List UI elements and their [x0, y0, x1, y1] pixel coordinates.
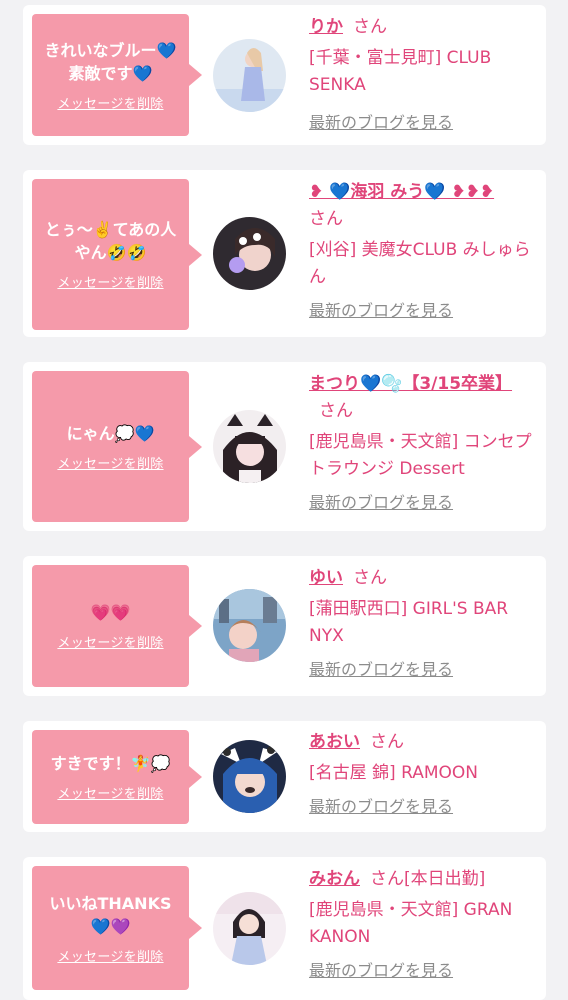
girl-info: ❥ 💙海羽 みう💙 ❥❥❥ さん [刈谷] 美魔女CLUB みしゅらん 最新のブ… — [309, 179, 534, 325]
avatar[interactable] — [213, 39, 286, 112]
latest-blog-link[interactable]: 最新のブログを見る — [309, 793, 453, 820]
message-text: きれいなブルー💙素敵です💙 — [44, 40, 177, 83]
message-text: すきです！🧚💭 — [50, 754, 171, 773]
profile-photo-icon — [213, 892, 286, 965]
girl-name-link[interactable]: まつり💙🫧【3/15卒業】 — [309, 374, 512, 394]
avatar[interactable] — [213, 589, 286, 662]
girl-info: りか さん [千葉・富士見町] CLUB SENKA 最新のブログを見る — [309, 14, 534, 137]
message-card: いいねTHANKS💙💜 メッセージを削除 みおん さん[本日出勤] [鹿児島県・天… — [23, 857, 546, 1000]
message-text: とぅ〜✌️てあの人やん🤣🤣 — [44, 220, 177, 262]
girl-info: まつり💙🫧【3/15卒業】さん [鹿児島県・天文館] コンセプトラウンジ Des… — [309, 371, 534, 517]
honorific: さん — [370, 732, 404, 752]
message-card: すきです！🧚💭 メッセージを削除 あおい さん [名古屋 錦] RAMOON 最新… — [23, 721, 546, 832]
message-bubble: とぅ〜✌️てあの人やん🤣🤣 メッセージを削除 — [32, 179, 202, 330]
shop-label: [蒲田駅西口] GIRL'S BAR NYX — [309, 599, 509, 646]
latest-blog-link[interactable]: 最新のブログを見る — [309, 109, 453, 136]
girl-info: あおい さん [名古屋 錦] RAMOON 最新のブログを見る — [309, 729, 534, 821]
girl-name-link[interactable]: ゆい — [309, 568, 343, 588]
honorific: さん — [353, 17, 387, 37]
profile-photo-icon — [213, 589, 286, 662]
shop-label: [刈谷] 美魔女CLUB みしゅらん — [309, 240, 531, 287]
avatar[interactable] — [213, 892, 286, 965]
shop-label: [鹿児島県・天文館] GRAN KANON — [309, 900, 513, 947]
honorific: さん[本日出勤] — [370, 869, 486, 889]
profile-photo-icon — [213, 740, 286, 813]
girl-info: ゆい さん [蒲田駅西口] GIRL'S BAR NYX 最新のブログを見る — [309, 565, 534, 684]
message-text: 💗💗 — [90, 603, 131, 622]
message-card: きれいなブルー💙素敵です💙 メッセージを削除 りか さん [千葉・富士見町] CL… — [23, 5, 546, 145]
delete-message-link[interactable]: メッセージを削除 — [57, 632, 163, 651]
message-bubble: いいねTHANKS💙💜 メッセージを削除 — [32, 866, 202, 990]
message-text: にゃん💭💙 — [66, 423, 155, 443]
message-card: にゃん💭💙 メッセージを削除 まつり💙🫧【3/15卒業】さん [鹿児島県・天文館… — [23, 362, 546, 531]
honorific: さん — [309, 209, 343, 229]
message-card: とぅ〜✌️てあの人やん🤣🤣 メッセージを削除 ❥ 💙海羽 みう💙 ❥❥❥ さん … — [23, 170, 546, 337]
message-bubble: すきです！🧚💭 メッセージを削除 — [32, 730, 202, 824]
profile-photo-icon — [213, 39, 286, 112]
avatar[interactable] — [213, 410, 286, 483]
latest-blog-link[interactable]: 最新のブログを見る — [309, 297, 453, 324]
delete-message-link[interactable]: メッセージを削除 — [57, 272, 163, 291]
girl-name-link[interactable]: りか — [309, 17, 343, 37]
honorific: さん — [319, 401, 353, 421]
profile-photo-icon — [213, 410, 286, 483]
avatar[interactable] — [213, 740, 286, 813]
delete-message-link[interactable]: メッセージを削除 — [57, 946, 163, 965]
delete-message-link[interactable]: メッセージを削除 — [57, 783, 163, 802]
profile-photo-icon — [213, 217, 286, 290]
message-card: 💗💗 メッセージを削除 ゆい さん [蒲田駅西口] GIRL'S BAR NYX … — [23, 556, 546, 696]
message-bubble: 💗💗 メッセージを削除 — [32, 565, 202, 687]
girl-info: みおん さん[本日出勤] [鹿児島県・天文館] GRAN KANON 最新のブログ… — [309, 866, 534, 985]
honorific: さん — [353, 568, 387, 588]
delete-message-link[interactable]: メッセージを削除 — [57, 453, 163, 472]
girl-name-link[interactable]: ❥ 💙海羽 みう💙 ❥❥❥ — [309, 182, 494, 202]
avatar[interactable] — [213, 217, 286, 290]
message-text: いいねTHANKS💙💜 — [49, 893, 172, 936]
latest-blog-link[interactable]: 最新のブログを見る — [309, 957, 453, 984]
shop-label: [千葉・富士見町] CLUB SENKA — [309, 48, 492, 95]
girl-name-link[interactable]: あおい — [309, 732, 360, 752]
girl-name-link[interactable]: みおん — [309, 869, 360, 889]
latest-blog-link[interactable]: 最新のブログを見る — [309, 489, 453, 516]
shop-label: [名古屋 錦] RAMOON — [309, 763, 478, 783]
message-bubble: にゃん💭💙 メッセージを削除 — [32, 371, 202, 522]
latest-blog-link[interactable]: 最新のブログを見る — [309, 656, 453, 683]
delete-message-link[interactable]: メッセージを削除 — [57, 93, 163, 112]
message-bubble: きれいなブルー💙素敵です💙 メッセージを削除 — [32, 14, 202, 136]
shop-label: [鹿児島県・天文館] コンセプトラウンジ Dessert — [309, 432, 532, 479]
